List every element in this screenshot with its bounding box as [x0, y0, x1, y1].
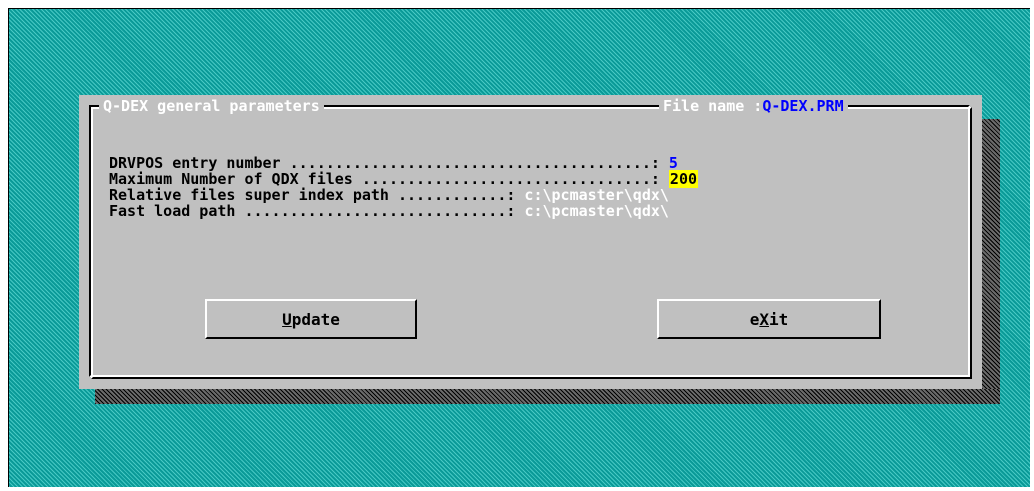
parameter-fields: DRVPOS entry number ....................… [109, 155, 969, 219]
exit-button[interactable]: e Xit [657, 299, 881, 339]
field-leader: .............................: [244, 202, 525, 220]
exit-hotkey: X [759, 309, 769, 329]
file-name-header: File name :Q-DEX.PRM [659, 97, 848, 115]
desktop-background: Q-DEX general parameters File name :Q-DE… [8, 8, 1030, 487]
update-label: pdate [291, 309, 340, 329]
file-name-value: Q-DEX.PRM [762, 97, 844, 115]
max-qdx-files-input[interactable]: 200 [668, 170, 699, 188]
dialog-shadow-bottom [95, 388, 1000, 404]
field-max-qdx-files: Maximum Number of QDX files ............… [109, 170, 969, 188]
dialog-shadow-right [982, 119, 1000, 389]
exit-label-rest: it [769, 309, 789, 329]
dialog-title: Q-DEX general parameters [99, 97, 324, 115]
fast-load-path-input[interactable]: c:\pcmaster\qdx\ [524, 202, 669, 220]
field-drvpos-entry: DRVPOS entry number ....................… [109, 155, 969, 171]
exit-label-pre: e [749, 309, 760, 329]
update-button[interactable]: Update [205, 299, 417, 339]
update-hotkey: U [282, 309, 292, 329]
field-fast-load-path: Fast load path .........................… [109, 203, 969, 219]
field-label: Fast load path [109, 202, 245, 220]
field-super-index-path: Relative files super index path ........… [109, 187, 969, 203]
general-parameters-dialog: Q-DEX general parameters File name :Q-DE… [79, 95, 982, 389]
file-name-label: File name : [663, 97, 763, 115]
